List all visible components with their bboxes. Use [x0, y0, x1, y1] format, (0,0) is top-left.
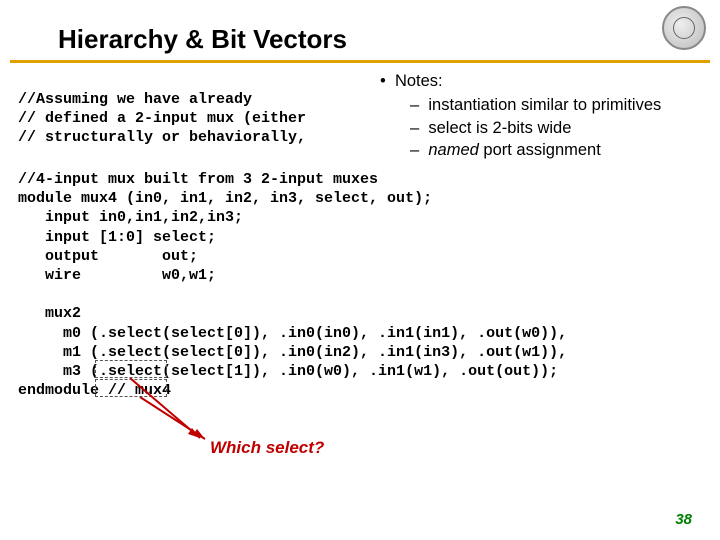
logo-badge — [662, 6, 706, 50]
notes-item-text: select is 2-bits wide — [428, 119, 571, 137]
highlight-box-1 — [95, 360, 167, 378]
callout-text: Which select? — [210, 438, 324, 458]
slide-title: Hierarchy & Bit Vectors — [58, 24, 347, 55]
notes-heading: • Notes: — [380, 70, 661, 92]
notes-item-text: instantiation similar to primitives — [428, 96, 661, 114]
notes-item: – named port assignment — [380, 139, 661, 161]
notes-item-text: port assignment — [483, 141, 600, 159]
notes-item: – select is 2-bits wide — [380, 117, 661, 139]
notes-heading-text: Notes: — [395, 72, 443, 90]
arrow-2 — [130, 397, 220, 447]
code-assumption-comment: //Assuming we have already // defined a … — [18, 90, 306, 148]
page-number: 38 — [675, 511, 692, 528]
notes-item: – instantiation similar to primitives — [380, 94, 661, 116]
notes-item-italic: named — [428, 141, 478, 159]
logo-inner — [673, 17, 695, 39]
notes-block: • Notes: – instantiation similar to prim… — [380, 70, 661, 161]
title-underline — [10, 60, 710, 63]
